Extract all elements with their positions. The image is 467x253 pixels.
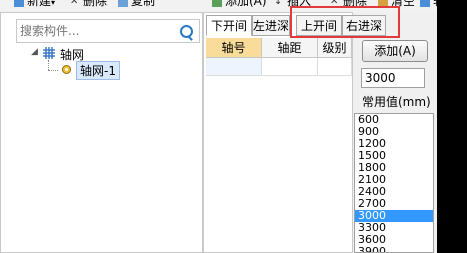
new-label: 新建 xyxy=(27,0,52,8)
common-values-label: 常用值(mm) xyxy=(362,95,431,109)
tree-child-label[interactable]: 轴网-1 xyxy=(76,61,120,80)
column-header-level[interactable]: 级别 xyxy=(318,38,352,58)
value-input[interactable]: 3000 xyxy=(361,68,425,88)
search-input[interactable] xyxy=(20,22,170,40)
collapse-toggle-icon[interactable]: ◢ xyxy=(31,47,38,57)
axis-grid-icon xyxy=(43,47,55,59)
gear-icon xyxy=(62,65,71,74)
add-icon xyxy=(212,0,222,7)
common-values-list[interactable]: 600 900 1200 1500 1800 2100 2400 2700 30… xyxy=(354,113,434,253)
tab-bottom-bay[interactable]: 下开间 xyxy=(206,15,252,36)
new-icon xyxy=(14,0,24,7)
tree-connector xyxy=(48,60,49,70)
add-toolbar-label: 添加(A) xyxy=(225,0,267,8)
delete-icon: ✕ xyxy=(70,0,79,7)
copy-label: 复制 xyxy=(131,0,156,8)
column-header-axis-distance[interactable]: 轴距 xyxy=(262,38,318,58)
search-box[interactable] xyxy=(16,19,200,43)
delete-button[interactable]: ✕ 删除 xyxy=(70,0,107,9)
table-cell[interactable] xyxy=(262,58,318,76)
search-icon[interactable] xyxy=(180,25,193,38)
add-toolbar-button[interactable]: 添加(A) xyxy=(212,0,267,9)
copy-button[interactable]: 复制 xyxy=(118,0,155,9)
list-item[interactable]: 3900 xyxy=(355,246,433,253)
axis-icon xyxy=(420,0,430,7)
copy-icon xyxy=(118,0,128,7)
tree-connector xyxy=(48,70,58,71)
add-button[interactable]: 添加(A) xyxy=(362,40,428,62)
tab-left-depth[interactable]: 左进深 xyxy=(252,15,290,36)
insert-icon: ↕ xyxy=(274,0,283,7)
table-cell[interactable] xyxy=(206,58,262,76)
column-header-axis-number[interactable]: 轴号 xyxy=(206,38,262,58)
background-region xyxy=(437,0,467,253)
new-button[interactable]: 新建▾ xyxy=(14,0,55,9)
dropdown-arrow-icon: ▾ xyxy=(51,0,56,7)
delete-label: 删除 xyxy=(83,0,108,8)
table-cell[interactable] xyxy=(318,58,352,76)
highlight-box xyxy=(290,6,400,38)
